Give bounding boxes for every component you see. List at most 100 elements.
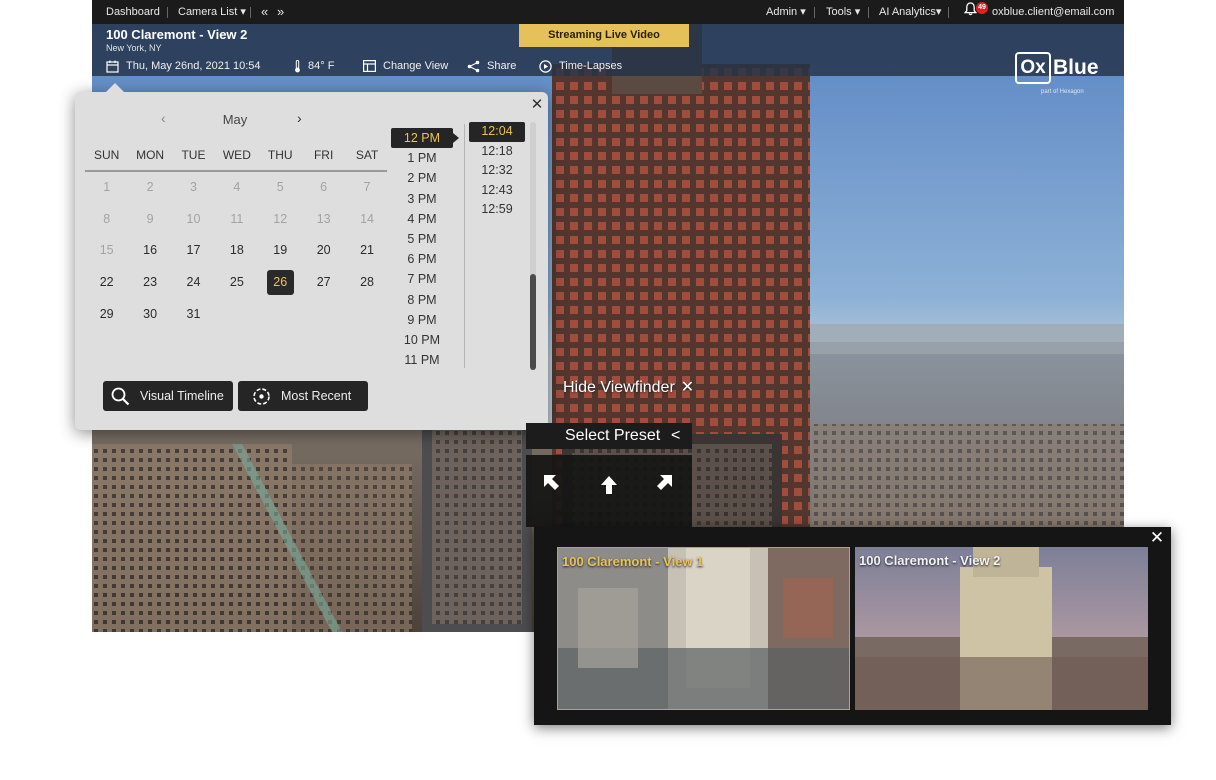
nav-camera-list[interactable]: Camera List ▾ xyxy=(178,0,246,24)
calendar-day: 11 xyxy=(215,204,258,236)
temperature-value: 84° F xyxy=(308,60,335,72)
share-button[interactable]: Share xyxy=(467,58,516,74)
chevron-left-icon[interactable]: ‹ xyxy=(161,110,166,126)
weekday-label: WED xyxy=(222,148,251,162)
calendar-day-number: 27 xyxy=(316,275,331,290)
change-view-button[interactable]: Change View xyxy=(363,58,448,74)
calendar-day: 15 xyxy=(85,235,128,267)
hour-option[interactable]: 11 PM xyxy=(391,350,453,370)
camera-thumbnail-view-2[interactable]: 100 Claremont - View 2 xyxy=(855,547,1148,710)
minute-option[interactable]: 12:43 xyxy=(469,181,525,201)
logo-box-text: Ox xyxy=(1015,52,1051,84)
calendar-day-number: 6 xyxy=(320,180,328,195)
share-icon xyxy=(467,60,480,72)
datetime-selector[interactable]: Thu, May 26nd, 2021 10:54 xyxy=(106,58,261,74)
close-icon[interactable]: ✕ xyxy=(529,97,545,113)
chevron-left-icon: < xyxy=(671,427,681,444)
bell-icon[interactable] xyxy=(963,1,978,25)
hour-option[interactable]: 2 PM xyxy=(391,168,453,188)
hour-option[interactable]: 8 PM xyxy=(391,290,453,310)
minute-option[interactable]: 12:18 xyxy=(469,142,525,162)
hide-viewfinder-label: Hide Viewfinder xyxy=(563,379,675,396)
calendar-day[interactable]: 30 xyxy=(128,298,171,330)
arrow-up-left-icon[interactable] xyxy=(542,473,562,493)
pan-tilt-controls xyxy=(526,455,692,527)
visual-timeline-button[interactable]: Visual Timeline xyxy=(103,381,233,411)
minute-option[interactable]: 12:32 xyxy=(469,161,525,181)
arrow-up-right-icon[interactable] xyxy=(654,473,674,493)
nav-separator xyxy=(250,7,251,18)
calendar-day-number: 7 xyxy=(363,180,371,195)
hour-option[interactable]: 4 PM xyxy=(391,209,453,229)
calendar-day-number: 11 xyxy=(230,211,244,226)
time-lapses-label: Time-Lapses xyxy=(559,60,623,72)
calendar-day[interactable]: 18 xyxy=(215,235,258,267)
arrow-up-icon[interactable] xyxy=(599,475,619,495)
calendar-day-selected[interactable]: 26 xyxy=(259,267,302,299)
minute-option-selected[interactable]: 12:04 xyxy=(469,122,525,142)
most-recent-button[interactable]: Most Recent xyxy=(238,381,368,411)
calendar-day-number: 12 xyxy=(273,211,288,226)
streaming-live-banner[interactable]: Streaming Live Video xyxy=(519,24,689,47)
popup-pointer xyxy=(105,83,125,93)
calendar-day-grid: 1 2 3 4 5 6 7 8 9 10 11 12 13 14 15 16 17 18 19 20 21 22 23 24 2… xyxy=(85,172,387,330)
calendar-day[interactable]: 29 xyxy=(85,298,128,330)
camera-location: New York, NY xyxy=(106,43,162,53)
calendar-day[interactable]: 25 xyxy=(215,267,258,299)
calendar-day-number: 4 xyxy=(233,180,241,195)
calendar-day: 3 xyxy=(172,172,215,204)
calendar-day[interactable]: 22 xyxy=(85,267,128,299)
calendar-day[interactable]: 21 xyxy=(345,235,388,267)
calendar-day-number: 25 xyxy=(229,275,244,290)
calendar-day[interactable]: 28 xyxy=(345,267,388,299)
time-scrollbar-thumb[interactable] xyxy=(530,274,536,370)
hour-option[interactable]: 3 PM xyxy=(391,189,453,209)
hour-option[interactable]: 5 PM xyxy=(391,229,453,249)
calendar-day[interactable]: 19 xyxy=(259,235,302,267)
hour-option[interactable]: 1 PM xyxy=(391,148,453,168)
hour-option[interactable]: 7 PM xyxy=(391,269,453,289)
hour-option-selected[interactable]: 12 PM xyxy=(391,128,459,149)
hour-option[interactable]: 9 PM xyxy=(391,310,453,330)
chevron-right-icon[interactable]: › xyxy=(297,110,302,126)
hide-viewfinder-button[interactable]: Hide Viewfinder ✕ xyxy=(563,377,694,397)
calendar-day-number: 1 xyxy=(103,180,111,195)
calendar-day[interactable]: 31 xyxy=(172,298,215,330)
calendar-day[interactable]: 23 xyxy=(128,267,171,299)
calendar-day-number: 17 xyxy=(186,243,201,258)
nav-separator xyxy=(948,7,949,18)
nav-admin[interactable]: Admin ▾ xyxy=(766,0,806,24)
minute-list: 12:04 12:18 12:32 12:43 12:59 xyxy=(469,122,525,220)
hour-option[interactable]: 10 PM xyxy=(391,330,453,350)
calendar-day: 2 xyxy=(128,172,171,204)
nav-ai-analytics[interactable]: AI Analytics▾ xyxy=(879,0,941,24)
user-email-menu[interactable]: oxblue.client@email.com xyxy=(992,0,1114,24)
current-datetime: Thu, May 26nd, 2021 10:54 xyxy=(126,60,261,72)
calendar-day: 7 xyxy=(345,172,388,204)
previous-camera-button[interactable]: « xyxy=(261,0,268,24)
time-divider xyxy=(464,124,465,368)
weekday-label: SAT xyxy=(355,148,379,162)
camera-thumbnail-view-1[interactable]: 100 Claremont - View 1 xyxy=(557,547,850,710)
close-icon[interactable]: ✕ xyxy=(1148,529,1166,547)
calendar-day[interactable]: 27 xyxy=(302,267,345,299)
next-camera-button[interactable]: » xyxy=(277,0,284,24)
calendar-day-number: 20 xyxy=(316,243,331,258)
minute-option[interactable]: 12:59 xyxy=(469,200,525,220)
change-view-label: Change View xyxy=(383,60,449,72)
calendar-day-number: 21 xyxy=(360,243,374,258)
nav-separator xyxy=(814,7,815,18)
calendar-day[interactable]: 20 xyxy=(302,235,345,267)
select-preset-button[interactable]: Select Preset < xyxy=(526,423,692,449)
time-lapses-button[interactable]: Time-Lapses xyxy=(539,58,622,74)
calendar-day[interactable]: 17 xyxy=(172,235,215,267)
calendar-day[interactable]: 24 xyxy=(172,267,215,299)
calendar-day[interactable]: 16 xyxy=(128,235,171,267)
hour-option[interactable]: 6 PM xyxy=(391,249,453,269)
calendar-day-number: 24 xyxy=(186,275,201,290)
nav-tools[interactable]: Tools ▾ xyxy=(826,0,860,24)
calendar-day: 10 xyxy=(172,204,215,236)
magnifier-icon xyxy=(111,387,130,405)
nav-dashboard[interactable]: Dashboard xyxy=(106,0,160,24)
live-target-icon xyxy=(253,387,270,405)
